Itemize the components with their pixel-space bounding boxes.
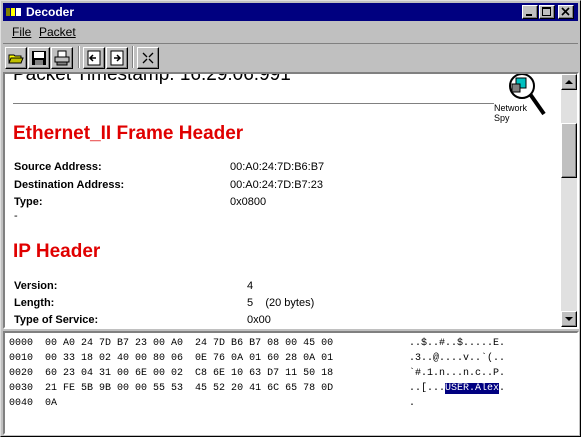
- menu-packet[interactable]: Packet: [39, 25, 76, 39]
- tos-value: 0x00: [247, 314, 271, 326]
- ip-header-title: IP Header: [13, 241, 101, 262]
- decode-pane[interactable]: Packet Timestamp: 16:29:06.991 Network S…: [3, 72, 579, 329]
- minimize-button[interactable]: [522, 5, 538, 19]
- scroll-thumb[interactable]: [561, 123, 577, 178]
- tos-label: Type of Service:: [14, 314, 99, 326]
- packet-timestamp: Packet Timestamp: 16:29:06.991: [13, 74, 291, 85]
- menu-packet-label: Packet: [39, 25, 76, 39]
- prev-packet-icon: [87, 50, 101, 66]
- decode-scrollbar[interactable]: [561, 74, 577, 327]
- dash-marker: -: [14, 210, 18, 222]
- menu-file-label: File: [12, 25, 32, 39]
- destination-address-value: 00:A0:24:7D:B7:23: [230, 179, 323, 191]
- open-folder-icon: [8, 54, 24, 64]
- ascii-pre: ..[...: [409, 383, 446, 394]
- hex-ascii: .: [409, 398, 416, 409]
- logo-text: Network Spy: [494, 103, 527, 123]
- maximize-button[interactable]: [539, 5, 555, 19]
- toolbar-separator: [78, 46, 80, 68]
- logo-line1: Network: [494, 103, 528, 113]
- decoder-window: Decoder File Packet Packet Timestamp: 16…: [0, 0, 581, 437]
- menu-file[interactable]: File: [12, 25, 31, 39]
- ascii-selection[interactable]: USER.Alex: [445, 383, 500, 394]
- close-button[interactable]: [558, 5, 574, 19]
- window-title: Decoder: [26, 5, 75, 19]
- hex-row: 0030 21 FE 5B 9B 00 00 55 53 45 52 20 41…: [9, 383, 333, 394]
- type-label: Type:: [14, 196, 43, 208]
- hex-bytes: 0A: [45, 398, 58, 409]
- close-icon: [561, 7, 570, 16]
- print-button[interactable]: [51, 47, 73, 69]
- hex-row: 0040 0A: [9, 398, 57, 409]
- hex-bytes: 21 FE 5B 9B 00 00 55 53 45 52 20 41 6C 6…: [45, 383, 334, 394]
- hex-bytes: 60 23 04 31 00 6E 00 02 C8 6E 10 63 D7 1…: [45, 368, 334, 379]
- version-label: Version:: [14, 280, 58, 292]
- next-packet-icon: [110, 50, 124, 66]
- save-icon: [32, 51, 46, 65]
- hex-dump-pane[interactable]: 0000 00 A0 24 7D B7 23 00 A0 24 7D B6 B7…: [3, 331, 579, 435]
- hex-bytes: 00 33 18 02 40 00 80 06 0E 76 0A 01 60 2…: [45, 353, 334, 364]
- ascii-post: .: [499, 383, 506, 394]
- logo-line2: Spy: [494, 113, 510, 123]
- hex-ascii: ..$..#..$.....E.: [409, 338, 506, 349]
- hex-row: 0020 60 23 04 31 00 6E 00 02 C8 6E 10 63…: [9, 368, 333, 379]
- maximize-icon: [542, 7, 551, 16]
- menu-bar: File Packet: [3, 22, 578, 41]
- hex-offset: 0040: [9, 398, 34, 409]
- type-value: 0x0800: [230, 196, 267, 208]
- arrow-down-icon: [565, 317, 573, 321]
- title-bar[interactable]: Decoder: [3, 3, 578, 21]
- open-button[interactable]: [5, 47, 27, 69]
- print-icon: [54, 50, 70, 66]
- toolbar: [3, 43, 578, 72]
- hex-ascii[interactable]: ..[...USER.Alex.: [409, 383, 505, 394]
- divider: [13, 103, 494, 105]
- collapse-icon: [142, 52, 154, 64]
- app-icon: [6, 8, 21, 16]
- hex-offset: 0000: [9, 338, 34, 349]
- version-value: 4: [247, 280, 254, 292]
- ethernet-header-title: Ethernet_II Frame Header: [13, 123, 244, 144]
- prev-packet-button[interactable]: [83, 47, 105, 69]
- hex-offset: 0010: [9, 353, 34, 364]
- hex-row: 0000 00 A0 24 7D B7 23 00 A0 24 7D B6 B7…: [9, 338, 333, 349]
- length-label: Length:: [14, 297, 55, 309]
- hex-row: 0010 00 33 18 02 40 00 80 06 0E 76 0A 01…: [9, 353, 333, 364]
- scroll-up-button[interactable]: [561, 74, 577, 90]
- source-address-value: 00:A0:24:7D:B6:B7: [230, 161, 325, 173]
- length-value: 5 (20 bytes): [247, 297, 315, 309]
- hex-ascii: `#.1.n...n.c..P.: [409, 368, 506, 379]
- hex-offset: 0020: [9, 368, 34, 379]
- destination-address-label: Destination Address:: [14, 179, 125, 191]
- next-packet-button[interactable]: [106, 47, 128, 69]
- save-button[interactable]: [28, 47, 50, 69]
- decode-content: Packet Timestamp: 16:29:06.991 Network S…: [5, 74, 561, 327]
- source-address-label: Source Address:: [14, 161, 102, 173]
- arrow-up-icon: [565, 80, 573, 84]
- hex-bytes: 00 A0 24 7D B7 23 00 A0 24 7D B6 B7 08 0…: [45, 338, 334, 349]
- scroll-down-button[interactable]: [561, 311, 577, 327]
- hex-offset: 0030: [9, 383, 34, 394]
- hex-ascii: .3..@....v..`(..: [409, 353, 506, 364]
- toolbar-separator: [132, 46, 134, 68]
- collapse-button[interactable]: [137, 47, 159, 69]
- minimize-icon: [526, 14, 532, 16]
